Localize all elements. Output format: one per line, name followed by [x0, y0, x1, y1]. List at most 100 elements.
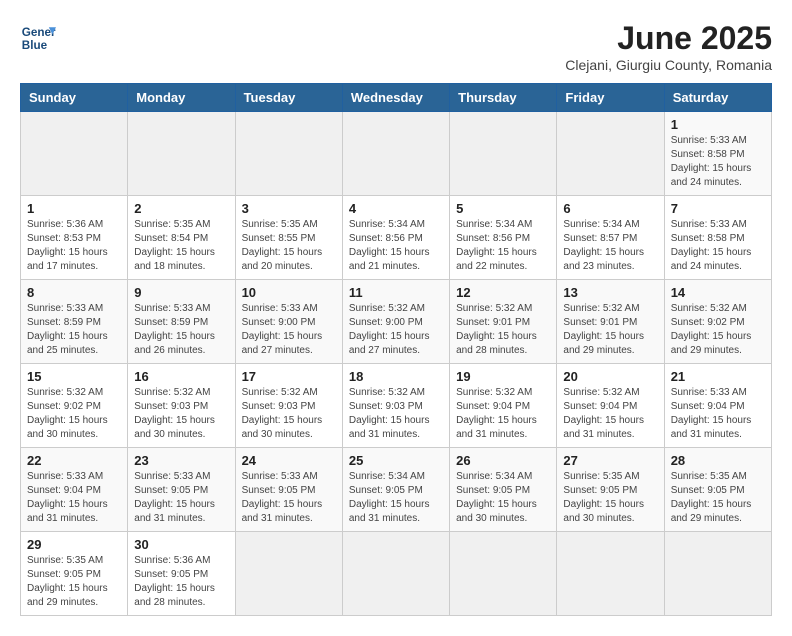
day-info: Sunrise: 5:32 AMSunset: 9:00 PMDaylight:… — [349, 302, 443, 358]
calendar-week-row: 15 Sunrise: 5:32 AMSunset: 9:02 PMDayligh… — [21, 364, 772, 448]
calendar-day-cell: 12Sunrise: 5:32 AMSunset: 9:01 PMDayligh… — [450, 280, 557, 364]
day-info: Sunrise: 5:35 AMSunset: 9:05 PMDaylight:… — [27, 554, 121, 610]
calendar-header-cell: Wednesday — [342, 84, 449, 112]
day-number: 7 — [671, 201, 765, 216]
calendar-week-row: 1 Sunrise: 5:36 AMSunset: 8:53 PMDaylight… — [21, 196, 772, 280]
day-info: Sunrise: 5:32 AMSunset: 9:03 PMDaylight:… — [349, 386, 443, 442]
calendar-body: 1 Sunrise: 5:33 AMSunset: 8:58 PMDaylight… — [21, 112, 772, 616]
day-number: 22 — [27, 453, 121, 468]
day-info: Sunrise: 5:34 AMSunset: 9:05 PMDaylight:… — [456, 470, 550, 526]
calendar-day-cell — [235, 112, 342, 196]
calendar-day-cell: 16 Sunrise: 5:32 AMSunset: 9:03 PMDayligh… — [128, 364, 235, 448]
calendar-day-cell: 2 Sunrise: 5:35 AMSunset: 8:54 PMDaylight… — [128, 196, 235, 280]
day-number: 24 — [242, 453, 336, 468]
calendar-header-cell: Tuesday — [235, 84, 342, 112]
month-title: June 2025 — [565, 20, 772, 57]
calendar-day-cell — [450, 112, 557, 196]
calendar-day-cell: 6Sunrise: 5:34 AMSunset: 8:57 PMDaylight… — [557, 196, 664, 280]
day-number: 4 — [349, 201, 443, 216]
day-number: 10 — [242, 285, 336, 300]
day-info: Sunrise: 5:33 AMSunset: 9:00 PMDaylight:… — [242, 302, 336, 358]
calendar-day-cell — [21, 112, 128, 196]
day-info: Sunrise: 5:32 AMSunset: 9:02 PMDaylight:… — [27, 386, 121, 442]
calendar-week-row: 29 Sunrise: 5:35 AMSunset: 9:05 PMDayligh… — [21, 532, 772, 616]
day-number: 5 — [456, 201, 550, 216]
day-info: Sunrise: 5:32 AMSunset: 9:03 PMDaylight:… — [242, 386, 336, 442]
calendar-day-cell: 18Sunrise: 5:32 AMSunset: 9:03 PMDayligh… — [342, 364, 449, 448]
day-number: 3 — [242, 201, 336, 216]
day-number: 23 — [134, 453, 228, 468]
calendar-day-cell — [450, 532, 557, 616]
day-info: Sunrise: 5:33 AMSunset: 9:05 PMDaylight:… — [242, 470, 336, 526]
calendar-day-cell: 4 Sunrise: 5:34 AMSunset: 8:56 PMDaylight… — [342, 196, 449, 280]
calendar-day-cell: 10 Sunrise: 5:33 AMSunset: 9:00 PMDayligh… — [235, 280, 342, 364]
location-title: Clejani, Giurgiu County, Romania — [565, 57, 772, 73]
day-info: Sunrise: 5:34 AMSunset: 8:57 PMDaylight:… — [563, 218, 657, 274]
title-area: June 2025 Clejani, Giurgiu County, Roman… — [565, 20, 772, 73]
day-number: 15 — [27, 369, 121, 384]
calendar-day-cell — [235, 532, 342, 616]
calendar-day-cell: 13Sunrise: 5:32 AMSunset: 9:01 PMDayligh… — [557, 280, 664, 364]
day-number: 29 — [27, 537, 121, 552]
calendar-header-cell: Friday — [557, 84, 664, 112]
day-number: 8 — [27, 285, 121, 300]
day-info: Sunrise: 5:36 AMSunset: 8:53 PMDaylight:… — [27, 218, 121, 274]
day-number: 21 — [671, 369, 765, 384]
calendar-day-cell: 11 Sunrise: 5:32 AMSunset: 9:00 PMDayligh… — [342, 280, 449, 364]
day-number: 2 — [134, 201, 228, 216]
calendar-day-cell — [342, 532, 449, 616]
calendar-day-cell: 29 Sunrise: 5:35 AMSunset: 9:05 PMDayligh… — [21, 532, 128, 616]
day-info: Sunrise: 5:35 AMSunset: 9:05 PMDaylight:… — [671, 470, 765, 526]
day-info: Sunrise: 5:33 AMSunset: 8:59 PMDaylight:… — [27, 302, 121, 358]
logo-icon: General Blue — [20, 20, 56, 56]
day-info: Sunrise: 5:33 AMSunset: 8:59 PMDaylight:… — [134, 302, 228, 358]
calendar-day-cell: 27 Sunrise: 5:35 AMSunset: 9:05 PMDayligh… — [557, 448, 664, 532]
logo: General Blue — [20, 20, 56, 56]
calendar-day-cell — [342, 112, 449, 196]
calendar-day-cell: 22 Sunrise: 5:33 AMSunset: 9:04 PMDayligh… — [21, 448, 128, 532]
day-info: Sunrise: 5:32 AMSunset: 9:04 PMDaylight:… — [456, 386, 550, 442]
day-number: 9 — [134, 285, 228, 300]
day-info: Sunrise: 5:34 AMSunset: 9:05 PMDaylight:… — [349, 470, 443, 526]
calendar-day-cell: 30 Sunrise: 5:36 AMSunset: 9:05 PMDayligh… — [128, 532, 235, 616]
calendar-day-cell: 17Sunrise: 5:32 AMSunset: 9:03 PMDayligh… — [235, 364, 342, 448]
calendar-day-cell: 24 Sunrise: 5:33 AMSunset: 9:05 PMDayligh… — [235, 448, 342, 532]
day-info: Sunrise: 5:32 AMSunset: 9:01 PMDaylight:… — [563, 302, 657, 358]
day-info: Sunrise: 5:33 AMSunset: 8:58 PMDaylight:… — [671, 134, 765, 190]
day-info: Sunrise: 5:35 AMSunset: 9:05 PMDaylight:… — [563, 470, 657, 526]
calendar-week-row: 8 Sunrise: 5:33 AMSunset: 8:59 PMDaylight… — [21, 280, 772, 364]
calendar-day-cell: 3Sunrise: 5:35 AMSunset: 8:55 PMDaylight… — [235, 196, 342, 280]
day-info: Sunrise: 5:32 AMSunset: 9:01 PMDaylight:… — [456, 302, 550, 358]
day-number: 25 — [349, 453, 443, 468]
calendar-day-cell: 5 Sunrise: 5:34 AMSunset: 8:56 PMDaylight… — [450, 196, 557, 280]
day-number: 16 — [134, 369, 228, 384]
calendar-header-cell: Thursday — [450, 84, 557, 112]
svg-text:Blue: Blue — [22, 39, 48, 52]
calendar-day-cell: 23Sunrise: 5:33 AMSunset: 9:05 PMDayligh… — [128, 448, 235, 532]
day-info: Sunrise: 5:34 AMSunset: 8:56 PMDaylight:… — [456, 218, 550, 274]
day-info: Sunrise: 5:36 AMSunset: 9:05 PMDaylight:… — [134, 554, 228, 610]
calendar-day-cell: 28Sunrise: 5:35 AMSunset: 9:05 PMDayligh… — [664, 448, 771, 532]
day-number: 11 — [349, 285, 443, 300]
calendar-day-cell — [557, 112, 664, 196]
calendar-day-cell: 19 Sunrise: 5:32 AMSunset: 9:04 PMDayligh… — [450, 364, 557, 448]
day-number: 1 — [671, 117, 765, 132]
day-info: Sunrise: 5:32 AMSunset: 9:03 PMDaylight:… — [134, 386, 228, 442]
day-info: Sunrise: 5:34 AMSunset: 8:56 PMDaylight:… — [349, 218, 443, 274]
day-number: 14 — [671, 285, 765, 300]
calendar-header-cell: Sunday — [21, 84, 128, 112]
calendar-day-cell: 7Sunrise: 5:33 AMSunset: 8:58 PMDaylight… — [664, 196, 771, 280]
day-number: 27 — [563, 453, 657, 468]
calendar-day-cell — [557, 532, 664, 616]
day-info: Sunrise: 5:33 AMSunset: 9:04 PMDaylight:… — [27, 470, 121, 526]
calendar-day-cell: 1 Sunrise: 5:33 AMSunset: 8:58 PMDaylight… — [664, 112, 771, 196]
day-number: 1 — [27, 201, 121, 216]
calendar-week-row: 22 Sunrise: 5:33 AMSunset: 9:04 PMDayligh… — [21, 448, 772, 532]
day-number: 30 — [134, 537, 228, 552]
calendar-day-cell: 1 Sunrise: 5:36 AMSunset: 8:53 PMDaylight… — [21, 196, 128, 280]
calendar-header-cell: Saturday — [664, 84, 771, 112]
calendar-day-cell: 9 Sunrise: 5:33 AMSunset: 8:59 PMDaylight… — [128, 280, 235, 364]
calendar-day-cell — [664, 532, 771, 616]
day-info: Sunrise: 5:35 AMSunset: 8:54 PMDaylight:… — [134, 218, 228, 274]
day-number: 19 — [456, 369, 550, 384]
